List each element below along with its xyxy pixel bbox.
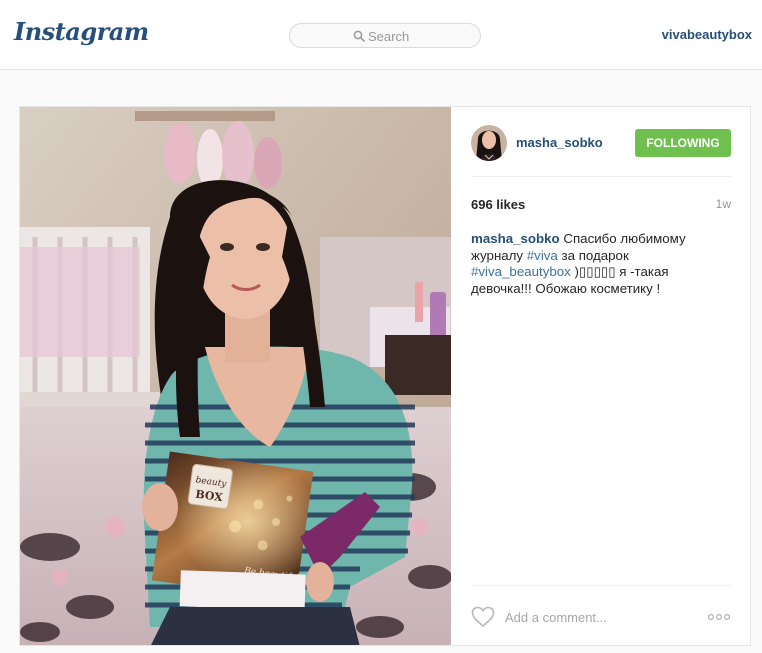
post-photo-illustration: beauty BOX Be beautiful & happy bbox=[20, 107, 451, 645]
more-options-icon[interactable] bbox=[707, 609, 731, 625]
avatar[interactable] bbox=[471, 125, 507, 161]
likes-count[interactable]: 696 likes bbox=[471, 197, 525, 212]
hashtag-link[interactable]: #viva_beautybox bbox=[471, 264, 571, 279]
post-caption: masha_sobko Спасибо любимому журналу #vi… bbox=[471, 231, 709, 297]
instagram-logo[interactable]: Instagram bbox=[14, 17, 149, 46]
top-nav-bar: Instagram vivabeautybox bbox=[0, 0, 762, 70]
avatar-image bbox=[471, 125, 507, 161]
post-owner-username[interactable]: masha_sobko bbox=[516, 135, 603, 150]
search-input[interactable] bbox=[368, 27, 468, 45]
hashtag-link[interactable]: #viva bbox=[527, 248, 558, 263]
caption-text: за подарок bbox=[557, 247, 629, 263]
post-age[interactable]: 1w bbox=[716, 197, 731, 211]
current-user-link[interactable]: vivabeautybox bbox=[662, 27, 752, 42]
header-divider bbox=[471, 176, 731, 177]
comment-bar bbox=[471, 603, 731, 631]
search-icon bbox=[353, 30, 365, 42]
search-box[interactable] bbox=[289, 23, 481, 48]
comment-divider bbox=[471, 585, 731, 586]
following-button[interactable]: FOLLOWING bbox=[635, 129, 731, 157]
caption-username[interactable]: masha_sobko bbox=[471, 231, 560, 246]
add-comment-input[interactable] bbox=[505, 607, 685, 627]
heart-icon[interactable] bbox=[471, 606, 495, 628]
post-card: beauty BOX Be beautiful & happy bbox=[19, 106, 751, 646]
post-photo[interactable]: beauty BOX Be beautiful & happy bbox=[20, 107, 451, 645]
post-details-panel: masha_sobko FOLLOWING 696 likes 1w masha… bbox=[451, 107, 750, 645]
